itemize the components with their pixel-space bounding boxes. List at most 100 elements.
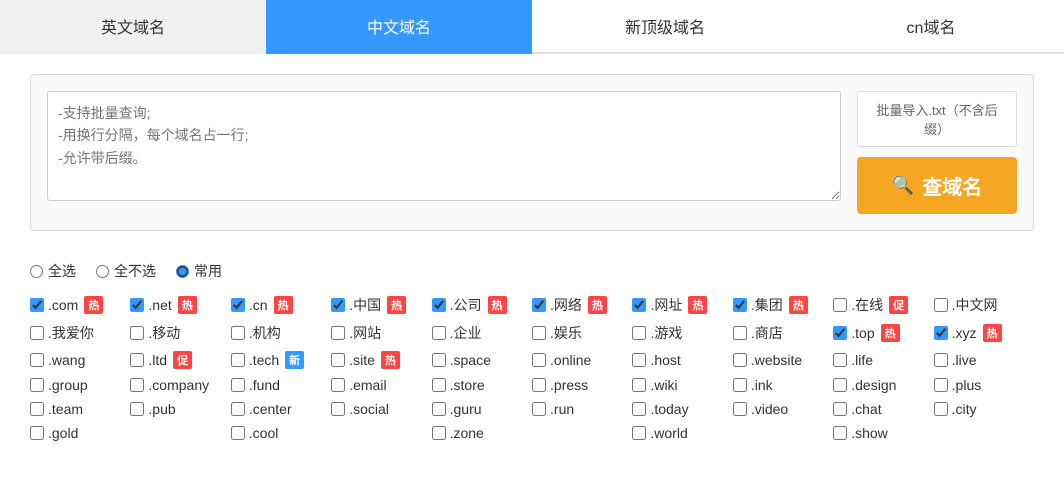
domain-checkbox-label[interactable]: .company (130, 377, 209, 393)
domain-checkbox-label[interactable]: .space (432, 352, 491, 368)
domain-checkbox-label[interactable]: .中国热 (331, 295, 406, 315)
checkbox-.ink[interactable] (733, 378, 747, 392)
domain-checkbox-label[interactable]: .top热 (833, 324, 899, 342)
domain-checkbox-label[interactable]: .cool (231, 425, 279, 441)
checkbox-.video[interactable] (733, 402, 747, 416)
checkbox-.website[interactable] (733, 353, 747, 367)
radio-select-all-input[interactable] (30, 265, 43, 278)
tab-newtld[interactable]: 新顶级域名 (532, 0, 798, 54)
domain-checkbox-label[interactable]: .ink (733, 377, 773, 393)
domain-checkbox-label[interactable]: .center (231, 401, 292, 417)
checkbox-.team[interactable] (30, 402, 44, 416)
domain-item[interactable]: .pub (130, 401, 230, 417)
domain-checkbox-label[interactable]: .cn热 (231, 296, 293, 314)
domain-item[interactable]: .移动 (130, 323, 230, 343)
checkbox-.press[interactable] (532, 378, 546, 392)
checkbox-.group[interactable] (30, 378, 44, 392)
domain-checkbox-label[interactable]: .life (833, 352, 873, 368)
checkbox-.娱乐[interactable] (532, 326, 546, 340)
domain-checkbox-label[interactable]: .email (331, 377, 386, 393)
radio-common-input[interactable] (176, 265, 189, 278)
domain-checkbox-label[interactable]: .live (934, 352, 977, 368)
domain-checkbox-label[interactable]: .移动 (130, 323, 180, 343)
checkbox-.xyz[interactable] (934, 326, 948, 340)
domain-item[interactable]: .top热 (833, 324, 933, 342)
domain-checkbox-label[interactable]: .show (833, 425, 888, 441)
domain-item[interactable]: .zone (432, 425, 633, 441)
checkbox-.live[interactable] (934, 353, 948, 367)
checkbox-.我爱你[interactable] (30, 326, 44, 340)
checkbox-.life[interactable] (833, 353, 847, 367)
domain-item[interactable]: .com热 (30, 296, 130, 314)
search-button[interactable]: 🔍 查域名 (857, 157, 1017, 214)
domain-item[interactable]: .在线促 (833, 295, 933, 315)
domain-checkbox-label[interactable]: .team (30, 401, 83, 417)
domain-checkbox-label[interactable]: .pub (130, 401, 175, 417)
checkbox-.商店[interactable] (733, 326, 747, 340)
checkbox-.top[interactable] (833, 326, 847, 340)
domain-item[interactable]: .公司热 (432, 295, 532, 315)
domain-checkbox-label[interactable]: .网络热 (532, 295, 607, 315)
domain-checkbox-label[interactable]: .ltd促 (130, 351, 192, 369)
domain-item[interactable]: .run (532, 401, 632, 417)
domain-checkbox-label[interactable]: .design (833, 377, 896, 393)
checkbox-.中文网[interactable] (934, 298, 948, 312)
domain-checkbox-label[interactable]: .网址热 (632, 295, 707, 315)
domain-checkbox-label[interactable]: .tech新 (231, 351, 304, 369)
checkbox-.show[interactable] (833, 426, 847, 440)
domain-item[interactable]: .中文网 (934, 295, 1034, 315)
domain-item[interactable]: .net热 (130, 296, 230, 314)
domain-item[interactable]: .娱乐 (532, 323, 632, 343)
domain-checkbox-label[interactable]: .wang (30, 352, 85, 368)
checkbox-.today[interactable] (632, 402, 646, 416)
domain-item[interactable]: .space (432, 352, 532, 368)
domain-checkbox-label[interactable]: .fund (231, 377, 280, 393)
checkbox-.host[interactable] (632, 353, 646, 367)
domain-checkbox-label[interactable]: .guru (432, 401, 482, 417)
radio-common[interactable]: 常用 (176, 261, 222, 281)
checkbox-.net[interactable] (130, 298, 144, 312)
domain-item[interactable]: .video (733, 401, 833, 417)
domain-checkbox-label[interactable]: .机构 (231, 323, 281, 343)
checkbox-.chat[interactable] (833, 402, 847, 416)
domain-item[interactable]: .游戏 (632, 323, 732, 343)
checkbox-.cn[interactable] (231, 298, 245, 312)
domain-checkbox-label[interactable]: .chat (833, 401, 881, 417)
domain-item[interactable]: .plus (934, 377, 1034, 393)
domain-item[interactable]: .企业 (432, 323, 532, 343)
domain-item[interactable]: .press (532, 377, 632, 393)
domain-item[interactable]: .world (632, 425, 833, 441)
domain-checkbox-label[interactable]: .video (733, 401, 788, 417)
checkbox-.email[interactable] (331, 378, 345, 392)
checkbox-.site[interactable] (331, 353, 345, 367)
domain-item[interactable]: .design (833, 377, 933, 393)
checkbox-.center[interactable] (231, 402, 245, 416)
domain-item[interactable]: .site热 (331, 351, 431, 369)
checkbox-.集团[interactable] (733, 298, 747, 312)
domain-item[interactable]: .ltd促 (130, 351, 230, 369)
domain-checkbox-label[interactable]: .host (632, 352, 680, 368)
domain-checkbox-label[interactable]: .xyz热 (934, 324, 1002, 342)
domain-item[interactable]: .我爱你 (30, 323, 130, 343)
domain-checkbox-label[interactable]: .city (934, 401, 977, 417)
checkbox-.wiki[interactable] (632, 378, 646, 392)
domain-item[interactable]: .email (331, 377, 431, 393)
domain-checkbox-label[interactable]: .press (532, 377, 588, 393)
domain-item[interactable]: .city (934, 401, 1034, 417)
checkbox-.wang[interactable] (30, 353, 44, 367)
domain-item[interactable]: .website (733, 352, 833, 368)
checkbox-.中国[interactable] (331, 298, 345, 312)
checkbox-.机构[interactable] (231, 326, 245, 340)
domain-checkbox-label[interactable]: .site热 (331, 351, 400, 369)
domain-checkbox-label[interactable]: .在线促 (833, 295, 908, 315)
checkbox-.gold[interactable] (30, 426, 44, 440)
domain-search-input[interactable] (47, 91, 841, 201)
domain-item[interactable]: .life (833, 352, 933, 368)
domain-item[interactable]: .show (833, 425, 1034, 441)
domain-checkbox-label[interactable]: .gold (30, 425, 78, 441)
domain-item[interactable]: .wang (30, 352, 130, 368)
domain-checkbox-label[interactable]: .store (432, 377, 485, 393)
domain-item[interactable]: .cn热 (231, 296, 331, 314)
checkbox-.网址[interactable] (632, 298, 646, 312)
domain-item[interactable]: .guru (432, 401, 532, 417)
